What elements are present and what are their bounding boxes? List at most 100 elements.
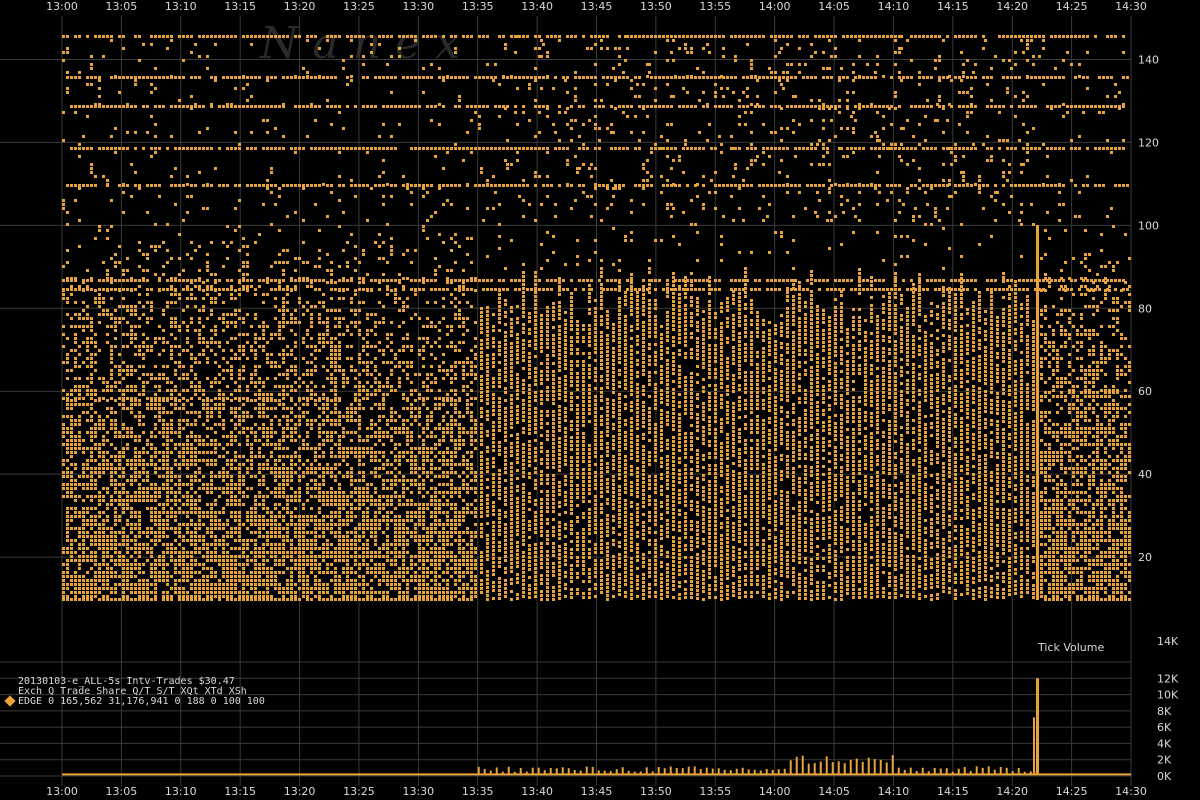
trade-dot: [318, 427, 321, 430]
trade-dot: [326, 467, 329, 470]
trade-dot: [298, 491, 301, 494]
trade-dot: [498, 545, 501, 548]
trade-dot: [174, 463, 177, 466]
trade-dot: [210, 575, 213, 578]
trade-dot: [250, 507, 253, 510]
trade-dot: [282, 269, 285, 272]
trade-dot: [282, 543, 285, 546]
trade-dot: [210, 385, 213, 388]
trade-dot: [190, 451, 193, 454]
trade-dot: [226, 443, 229, 446]
trade-dot: [394, 555, 397, 558]
trade-dot: [186, 459, 189, 462]
trade-dot: [390, 389, 393, 392]
trade-dot: [474, 427, 477, 430]
trade-dot: [370, 419, 373, 422]
trade-dot: [402, 479, 405, 482]
trade-dot: [94, 571, 97, 574]
trade-dot: [418, 349, 421, 352]
trade-dot: [242, 583, 245, 586]
trade-dot: [170, 515, 173, 518]
trade-dot: [242, 431, 245, 434]
trade-dot: [90, 373, 93, 376]
trade-dot: [390, 499, 393, 502]
trade-dot: [342, 249, 345, 252]
trade-dot: [186, 575, 189, 578]
trade-dot: [234, 467, 237, 470]
trade-dot: [254, 575, 257, 578]
trade-dot: [238, 539, 241, 542]
trade-dot: [480, 583, 483, 586]
trade-dot: [418, 483, 421, 486]
trade-dot: [382, 507, 385, 510]
trade-dot: [246, 439, 249, 442]
trade-dot: [154, 273, 157, 276]
trade-dot: [110, 353, 113, 356]
trade-dot: [202, 389, 205, 392]
trade-dot: [362, 579, 365, 582]
trade-dot: [334, 423, 337, 426]
trade-dot: [166, 389, 169, 392]
trade-dot: [366, 447, 369, 450]
trade-dot: [190, 365, 193, 368]
trade-dot: [406, 333, 409, 336]
trade-dot: [122, 511, 125, 514]
trade-dot: [354, 507, 357, 510]
trade-dot: [214, 511, 217, 514]
trade-dot: [398, 543, 401, 546]
trade-dot: [298, 455, 301, 458]
trade-dot: [302, 475, 305, 478]
trade-dot: [462, 595, 465, 598]
trade-dot: [480, 367, 483, 370]
trade-dot: [66, 515, 69, 518]
trade-dot: [202, 475, 205, 478]
trade-dot: [418, 559, 421, 562]
trade-dot: [306, 285, 309, 288]
trade-dot: [374, 455, 377, 458]
trade-dot: [446, 427, 449, 430]
trade-dot: [354, 527, 357, 530]
trade-dot: [326, 598, 329, 601]
trade-dot: [402, 301, 405, 304]
trade-dot: [242, 455, 245, 458]
trade-dot: [246, 563, 249, 566]
trade-dot: [458, 591, 461, 594]
trade-dot: [310, 571, 313, 574]
trade-dot: [122, 427, 125, 430]
trade-dot: [330, 495, 333, 498]
trade-dot: [406, 499, 409, 502]
trade-dot: [170, 479, 173, 482]
trade-dot: [262, 423, 265, 426]
trade-dot: [322, 467, 325, 470]
trade-dot: [418, 337, 421, 340]
trade-dot: [178, 591, 181, 594]
trade-dot: [210, 475, 213, 478]
trade-dot: [362, 337, 365, 340]
trade-dot: [334, 503, 337, 506]
trade-dot: [294, 321, 297, 324]
trade-dot: [266, 523, 269, 526]
trade-dot: [70, 369, 73, 372]
trade-dot: [486, 414, 489, 417]
trade-dot: [282, 591, 285, 594]
trade-dot: [426, 385, 429, 388]
trade-dot: [492, 541, 495, 544]
trade-dot: [434, 301, 437, 304]
trade-dot: [410, 567, 413, 570]
trade-dot: [222, 555, 225, 558]
trade-dot: [206, 397, 209, 400]
trade-dot: [366, 483, 369, 486]
trade-dot: [170, 575, 173, 578]
trade-dot: [294, 491, 297, 494]
trade-dot: [126, 397, 129, 400]
trade-dot: [222, 507, 225, 510]
trade-dot: [74, 511, 77, 514]
trade-dot: [498, 305, 501, 308]
trade-dot: [206, 587, 209, 590]
trade-dot: [290, 353, 293, 356]
trade-dot: [154, 587, 157, 590]
trade-dot: [258, 337, 261, 340]
trade-dot: [398, 555, 401, 558]
trade-dot: [162, 373, 165, 376]
trade-dot: [286, 435, 289, 438]
